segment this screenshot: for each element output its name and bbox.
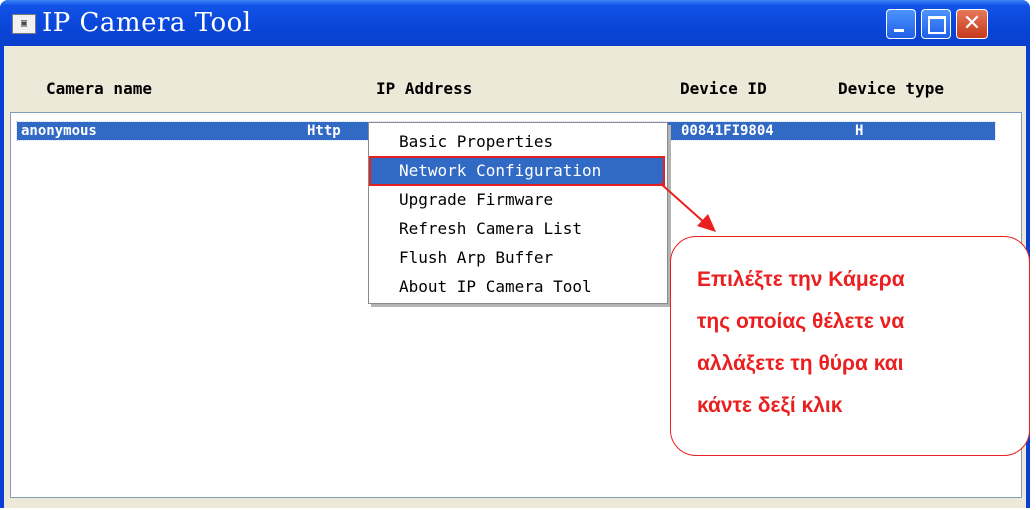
callout-text: Επιλέξτε την Κάμερα της οποίας θέλετε να… bbox=[697, 259, 1017, 427]
callout-line: της οποίας θέλετε να bbox=[697, 310, 905, 333]
callout-line: αλλάξετε τη θύρα και bbox=[697, 352, 904, 375]
instruction-callout: Επιλέξτε την Κάμερα της οποίας θέλετε να… bbox=[670, 236, 1030, 456]
callout-line: κάντε δεξί κλικ bbox=[697, 394, 843, 417]
callout-line: Επιλέξτε την Κάμερα bbox=[697, 268, 905, 291]
